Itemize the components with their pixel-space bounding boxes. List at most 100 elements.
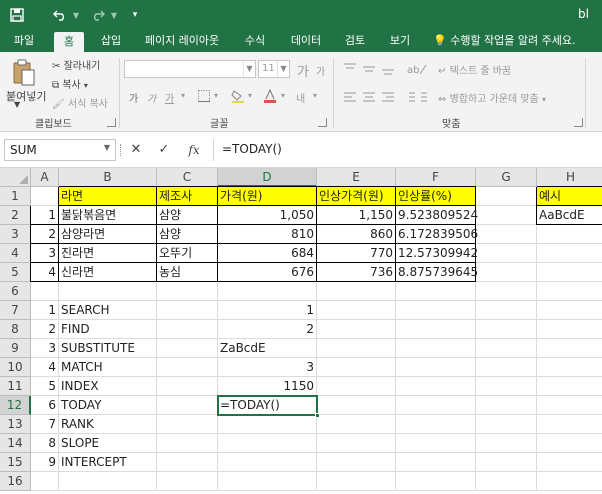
borders-dropdown-icon[interactable]: ▾	[214, 91, 218, 100]
column-header-b[interactable]: B	[59, 168, 157, 187]
cell-g15[interactable]	[476, 453, 537, 472]
cell-b1[interactable]: 라면	[59, 187, 157, 206]
cell-b11[interactable]: INDEX	[59, 377, 157, 396]
cell-g2[interactable]	[476, 206, 537, 225]
cell-g4[interactable]	[476, 244, 537, 263]
cell-f5[interactable]: 8.875739645	[396, 263, 478, 282]
tab-home[interactable]: 홈	[54, 32, 84, 52]
tab-view[interactable]: 보기	[385, 30, 415, 52]
cell-a3[interactable]: 2	[31, 225, 59, 244]
cell-d13[interactable]	[218, 415, 317, 434]
enter-icon[interactable]: ✓	[152, 139, 176, 161]
italic-button[interactable]: 가	[147, 90, 156, 105]
indent-icons[interactable]	[404, 88, 430, 106]
cell-d4[interactable]: 684	[218, 244, 317, 263]
font-size-combo[interactable]: 11 ▼	[258, 60, 290, 78]
format-painter-button[interactable]: 🖌 서식 복사	[52, 95, 108, 110]
paste-button[interactable]: 붙여넣기	[6, 88, 46, 104]
horizontal-align-icons[interactable]	[340, 88, 400, 106]
cell-e10[interactable]	[317, 358, 396, 377]
cell-f12[interactable]	[396, 396, 476, 415]
cell-e14[interactable]	[317, 434, 396, 453]
cell-e15[interactable]	[317, 453, 396, 472]
row-header-12[interactable]: 12	[0, 396, 31, 415]
undo-dropdown-icon[interactable]: ▼	[71, 0, 81, 30]
cell-e8[interactable]	[317, 320, 396, 339]
cell-b14[interactable]: SLOPE	[59, 434, 157, 453]
cell-f8[interactable]	[396, 320, 476, 339]
cell-f2[interactable]: 9.523809524	[396, 206, 478, 225]
cell-f7[interactable]	[396, 301, 476, 320]
cut-button[interactable]: ✂ 잘라내기	[52, 57, 100, 72]
cell-e9[interactable]	[317, 339, 396, 358]
tab-file[interactable]: 파일	[8, 30, 40, 52]
cell-c5[interactable]: 농심	[157, 263, 218, 282]
cell-h12[interactable]	[537, 396, 602, 415]
tab-review[interactable]: 검토	[340, 30, 370, 52]
cell-e4[interactable]: 770	[317, 244, 396, 263]
formula-bar-splitter[interactable]	[120, 144, 123, 156]
cell-b13[interactable]: RANK	[59, 415, 157, 434]
cell-f9[interactable]	[396, 339, 476, 358]
fill-color-dropdown-icon[interactable]: ▾	[248, 91, 252, 100]
cancel-icon[interactable]: ✕	[124, 139, 148, 161]
cell-g14[interactable]	[476, 434, 537, 453]
cell-b6[interactable]	[59, 282, 157, 301]
merge-center-button[interactable]: ⇔ 병합하고 가운데 맞춤 ▾	[438, 90, 546, 105]
row-header-15[interactable]: 15	[0, 453, 31, 472]
cell-c8[interactable]	[157, 320, 218, 339]
cell-d5[interactable]: 676	[218, 263, 317, 282]
phonetic-button[interactable]: 내	[296, 90, 305, 105]
cell-a8[interactable]: 2	[31, 320, 59, 339]
cell-g3[interactable]	[476, 225, 537, 244]
row-header-2[interactable]: 2	[0, 206, 31, 225]
borders-icon[interactable]	[196, 88, 212, 104]
phonetic-dropdown-icon[interactable]: ▾	[313, 91, 317, 100]
cell-h2[interactable]: AaBcdE	[537, 206, 602, 225]
cell-d3[interactable]: 810	[218, 225, 317, 244]
cell-h1[interactable]: 예시	[537, 187, 602, 206]
cell-g16[interactable]	[476, 472, 537, 491]
clipboard-launcher-icon[interactable]	[107, 118, 116, 127]
cell-c7[interactable]	[157, 301, 218, 320]
orientation-icon[interactable]: ab	[404, 60, 430, 78]
row-header-8[interactable]: 8	[0, 320, 31, 339]
cell-a12[interactable]: 6	[31, 396, 59, 415]
cell-d11[interactable]: 1150	[218, 377, 317, 396]
cell-f14[interactable]	[396, 434, 476, 453]
cell-d7[interactable]: 1	[218, 301, 317, 320]
tab-data[interactable]: 데이터	[286, 30, 326, 52]
row-header-16[interactable]: 16	[0, 472, 31, 491]
underline-dropdown-icon[interactable]: ▾	[181, 91, 185, 100]
cell-h8[interactable]	[537, 320, 602, 339]
cell-a13[interactable]: 7	[31, 415, 59, 434]
cell-e3[interactable]: 860	[317, 225, 396, 244]
cell-h14[interactable]	[537, 434, 602, 453]
cell-c16[interactable]	[157, 472, 218, 491]
column-header-d[interactable]: D	[218, 168, 317, 187]
shrink-font-button[interactable]: 가	[316, 63, 325, 78]
cell-c4[interactable]: 오뚜기	[157, 244, 218, 263]
row-header-4[interactable]: 4	[0, 244, 31, 263]
column-header-a[interactable]: A	[31, 168, 59, 187]
cell-a4[interactable]: 3	[31, 244, 59, 263]
cell-g8[interactable]	[476, 320, 537, 339]
cell-h6[interactable]	[537, 282, 602, 301]
cell-h16[interactable]	[537, 472, 602, 491]
copy-button[interactable]: ⧉ 복사 ▾	[52, 76, 88, 91]
column-header-c[interactable]: C	[157, 168, 218, 187]
customize-qat-icon[interactable]: ▾	[128, 0, 142, 30]
cell-f4[interactable]: 12.57309942	[396, 244, 478, 263]
cell-e2[interactable]: 1,150	[317, 206, 396, 225]
formula-input[interactable]: =TODAY()	[214, 139, 602, 161]
row-header-10[interactable]: 10	[0, 358, 31, 377]
cell-b4[interactable]: 진라면	[59, 244, 157, 263]
wrap-text-button[interactable]: ↵ 텍스트 줄 바꿈	[438, 62, 511, 77]
save-icon[interactable]	[8, 0, 26, 30]
cell-h11[interactable]	[537, 377, 602, 396]
cell-c9[interactable]	[157, 339, 218, 358]
cell-d10[interactable]: 3	[218, 358, 317, 377]
undo-icon[interactable]	[50, 0, 70, 30]
cell-h10[interactable]	[537, 358, 602, 377]
tell-me-search[interactable]: 💡 수행할 작업을 알려 주세요.	[433, 30, 576, 52]
